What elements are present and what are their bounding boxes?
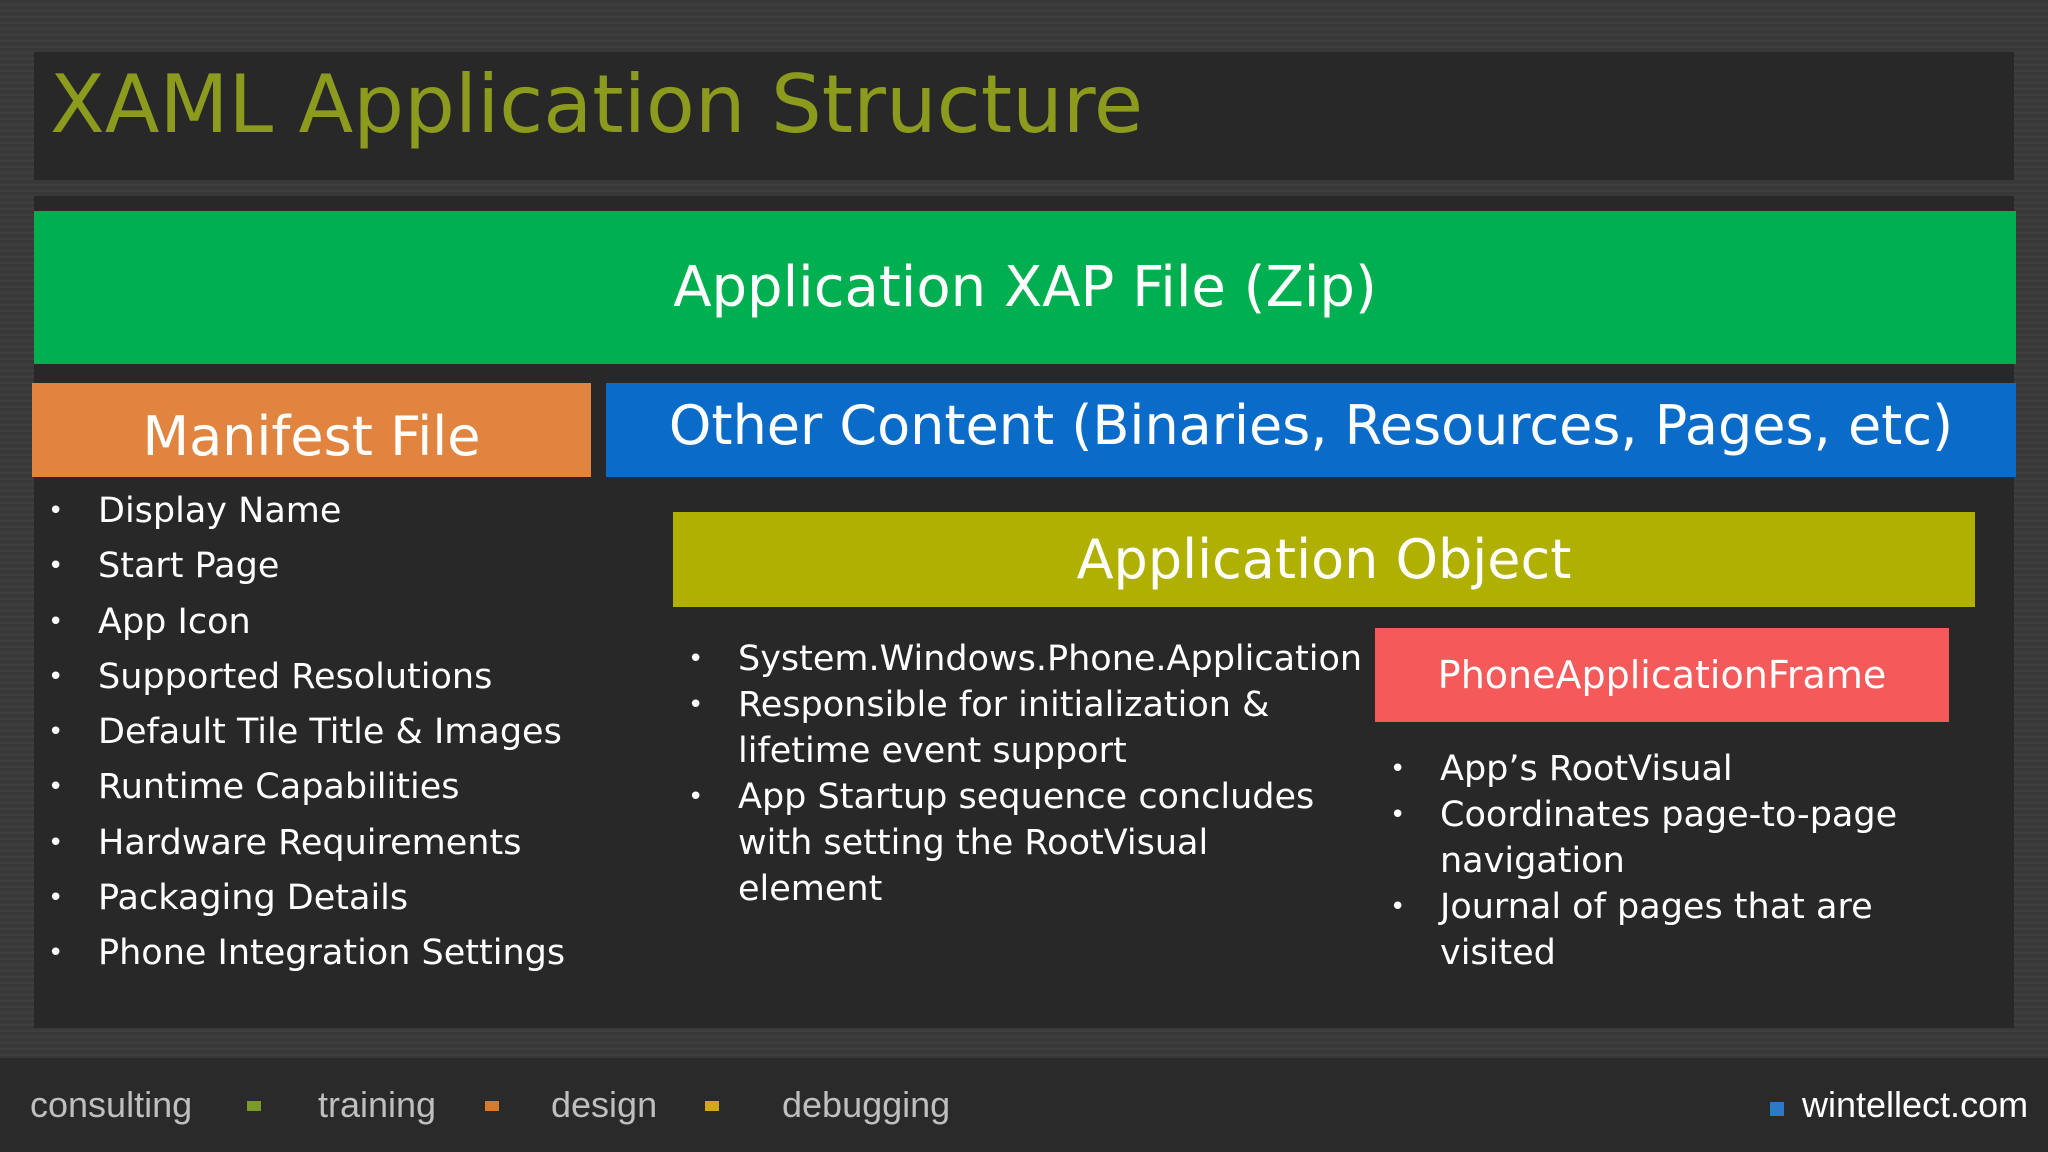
title-bar: XAML Application Structure: [34, 52, 2014, 180]
manifest-file-box: Manifest File: [32, 383, 591, 477]
bullet-icon: •: [1390, 800, 1406, 830]
footer: consulting training design debugging win…: [0, 1058, 2048, 1152]
list-item-label: Responsible for initialization & lifetim…: [738, 685, 1270, 771]
list-item-label: Display Name: [98, 491, 342, 531]
bullet-icon: •: [48, 772, 64, 803]
list-item-label: App Startup sequence concludes with sett…: [738, 777, 1315, 909]
bullet-icon: •: [688, 690, 704, 720]
footer-site-link[interactable]: wintellect.com: [1802, 1084, 2028, 1126]
footer-consulting: consulting: [30, 1084, 193, 1125]
other-content-box: Other Content (Binaries, Resources, Page…: [606, 383, 2016, 477]
list-item: • Packaging Details: [48, 871, 565, 926]
list-item: • System.Windows.Phone.Application: [688, 636, 1362, 682]
list-item: • App’s RootVisual: [1390, 746, 1940, 792]
application-object-list: • System.Windows.Phone.Application • Respo…: [688, 636, 1362, 912]
footer-design: design: [551, 1084, 658, 1125]
list-item-label: Start Page: [98, 546, 280, 587]
list-item: • Default Tile Title & Images: [48, 705, 565, 760]
bullet-icon: •: [48, 827, 64, 858]
list-item-label: Hardware Requirements: [98, 822, 522, 863]
square-icon: [485, 1101, 499, 1111]
footer-training: training: [318, 1084, 437, 1125]
square-icon: [247, 1101, 261, 1111]
list-item: • Supported Resolutions: [48, 650, 565, 705]
bullet-icon: •: [48, 661, 64, 692]
phone-application-frame-box: PhoneApplicationFrame: [1375, 628, 1949, 722]
list-item: • Runtime Capabilities: [48, 760, 565, 815]
square-icon: [705, 1101, 719, 1111]
list-item: • App Icon: [48, 595, 565, 650]
list-item-label: Runtime Capabilities: [98, 767, 460, 808]
bullet-icon: •: [688, 782, 704, 812]
square-icon: [1770, 1102, 1784, 1116]
slide-title: XAML Application Structure: [50, 58, 1144, 151]
list-item: • Display Name: [48, 484, 565, 539]
list-item-label: App’s RootVisual: [1440, 749, 1733, 789]
list-item-label: Journal of pages that are visited: [1440, 887, 1873, 973]
list-item: • App Startup sequence concludes with set…: [688, 774, 1358, 912]
xap-file-box: Application XAP File (Zip): [34, 211, 2016, 364]
list-item: • Coordinates page-to-page navigation: [1390, 792, 1940, 884]
list-item-label: Default Tile Title & Images: [98, 712, 562, 753]
list-item: • Journal of pages that are visited: [1390, 884, 1940, 976]
list-item: • Start Page: [48, 539, 565, 594]
application-object-box: Application Object: [673, 512, 1975, 607]
list-item-label: Packaging Details: [98, 878, 409, 919]
footer-debugging: debugging: [782, 1084, 951, 1125]
bullet-icon: •: [1390, 892, 1406, 922]
bullet-icon: •: [688, 644, 704, 674]
bullet-icon: •: [48, 496, 64, 526]
bullet-icon: •: [48, 717, 64, 748]
manifest-list: • Display Name • Start Page • App Icon • Sup…: [48, 484, 565, 982]
list-item-label: Phone Integration Settings: [98, 933, 566, 974]
bullet-icon: •: [1390, 754, 1406, 784]
bullet-icon: •: [48, 551, 64, 582]
list-item: • Phone Integration Settings: [48, 926, 565, 981]
list-item-label: Supported Resolutions: [98, 656, 493, 697]
bullet-icon: •: [48, 883, 64, 914]
bullet-icon: •: [48, 606, 64, 637]
list-item-label: Coordinates page-to-page navigation: [1440, 795, 1898, 881]
bullet-icon: •: [48, 938, 64, 969]
list-item: • Responsible for initialization & lifeti…: [688, 682, 1298, 774]
frame-list: • App’s RootVisual • Coordinates page-to-p…: [1390, 746, 1940, 976]
list-item-label: System.Windows.Phone.Application: [738, 639, 1363, 679]
list-item: • Hardware Requirements: [48, 816, 565, 871]
list-item-label: App Icon: [98, 601, 251, 642]
